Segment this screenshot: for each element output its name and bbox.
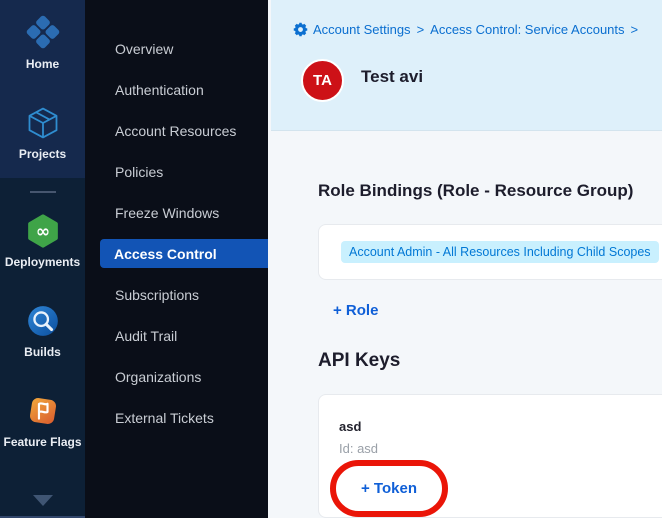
content-area: Role Bindings (Role - Resource Group) Ac…	[268, 131, 662, 518]
sidebar-item-home[interactable]: Home	[0, 13, 85, 71]
breadcrumb-link-account-settings[interactable]: Account Settings	[313, 22, 411, 37]
page-header: Account Settings > Access Control: Servi…	[271, 0, 662, 131]
role-bindings-card: Account Admin - All Resources Including …	[318, 224, 662, 280]
service-account-header: TA Test avi	[301, 59, 662, 102]
harness-logo-icon	[24, 13, 62, 56]
menu-item-external-tickets[interactable]: External Tickets	[85, 397, 268, 438]
menu-item-access-control[interactable]: Access Control	[100, 239, 268, 268]
menu-item-overview[interactable]: Overview	[85, 28, 268, 69]
menu-item-account-resources[interactable]: Account Resources	[85, 110, 268, 151]
nav-rail: Home Projects ∞ Deployments Builds	[0, 0, 85, 518]
breadcrumb-separator: >	[631, 22, 639, 37]
settings-menu: Overview Authentication Account Resource…	[85, 0, 268, 518]
menu-item-organizations[interactable]: Organizations	[85, 356, 268, 397]
rail-item-label: Projects	[19, 148, 66, 161]
api-key-name: asd	[339, 419, 662, 434]
feature-flag-icon	[25, 393, 61, 434]
menu-item-authentication[interactable]: Authentication	[85, 69, 268, 110]
gear-icon	[293, 22, 308, 37]
rail-item-label: Feature Flags	[3, 436, 81, 449]
api-key-id: Id: asd	[339, 441, 662, 456]
menu-item-freeze-windows[interactable]: Freeze Windows	[85, 192, 268, 233]
builds-magnifier-icon	[25, 303, 61, 344]
deployments-infinity-icon: ∞	[25, 213, 61, 254]
sidebar-item-feature-flags[interactable]: Feature Flags	[0, 393, 85, 449]
breadcrumb-separator: >	[417, 22, 425, 37]
svg-text:∞: ∞	[35, 222, 49, 242]
menu-item-subscriptions[interactable]: Subscriptions	[85, 274, 268, 315]
menu-item-policies[interactable]: Policies	[85, 151, 268, 192]
cube-icon	[25, 105, 61, 146]
api-keys-heading: API Keys	[318, 350, 662, 372]
role-bindings-heading: Role Bindings (Role - Resource Group)	[318, 181, 662, 201]
sidebar-item-deployments[interactable]: ∞ Deployments	[0, 213, 85, 269]
add-token-button[interactable]: + Token	[361, 480, 417, 497]
avatar: TA	[301, 59, 344, 102]
add-role-button[interactable]: + Role	[333, 302, 378, 319]
annotation-circle: + Token	[330, 460, 448, 517]
nav-rail-bottom-section: ∞ Deployments Builds Feature Flags	[0, 178, 85, 518]
sidebar-item-builds[interactable]: Builds	[0, 303, 85, 359]
nav-rail-top-section: Home Projects	[0, 0, 85, 178]
menu-item-audit-trail[interactable]: Audit Trail	[85, 315, 268, 356]
rail-item-label: Home	[26, 58, 59, 71]
rail-item-label: Builds	[24, 346, 61, 359]
main-panel: Account Settings > Access Control: Servi…	[268, 0, 662, 518]
breadcrumb: Account Settings > Access Control: Servi…	[293, 22, 662, 37]
rail-divider	[30, 191, 56, 193]
chevron-down-icon[interactable]	[33, 495, 53, 506]
sidebar-item-projects[interactable]: Projects	[0, 105, 85, 161]
rail-item-label: Deployments	[5, 256, 80, 269]
api-key-card: asd Id: asd + Token	[318, 394, 662, 518]
breadcrumb-link-access-control-service-accounts[interactable]: Access Control: Service Accounts	[430, 22, 624, 37]
role-binding-chip[interactable]: Account Admin - All Resources Including …	[341, 241, 659, 263]
page-title: Test avi	[361, 67, 423, 87]
